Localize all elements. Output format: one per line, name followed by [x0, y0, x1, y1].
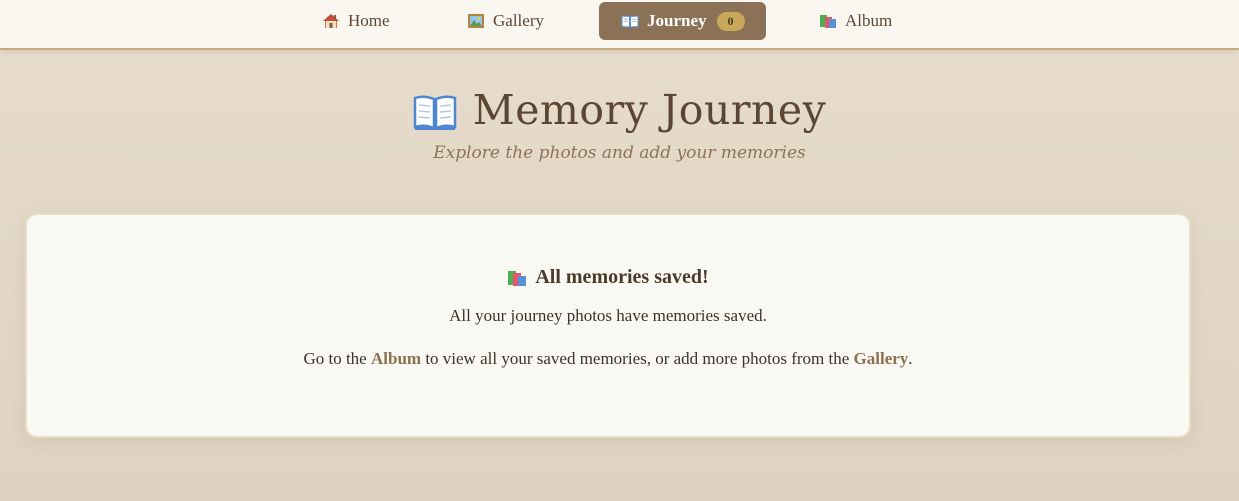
gallery-link[interactable]: Gallery: [854, 349, 909, 368]
books-icon: [819, 13, 837, 29]
page-header: Memory Journey: [0, 86, 1239, 134]
page-title: Memory Journey: [472, 86, 827, 134]
instructions-suffix: .: [908, 349, 913, 368]
nav-gallery[interactable]: Gallery: [467, 2, 544, 40]
instructions-prefix: Go to the: [303, 349, 371, 368]
open-book-icon: [413, 93, 457, 131]
open-book-icon: [621, 13, 639, 29]
card-instructions: Go to the Album to view all your saved m…: [27, 349, 1189, 369]
books-icon: [507, 269, 527, 287]
top-nav: Home Gallery Journey 0 Album: [0, 0, 1239, 50]
nav-home-label: Home: [348, 11, 390, 30]
nav-album[interactable]: Album: [819, 2, 892, 40]
album-link[interactable]: Album: [371, 349, 421, 368]
nav-journey-label: Journey: [647, 11, 707, 30]
page-subtitle: Explore the photos and add your memories: [433, 143, 806, 163]
house-icon: [322, 13, 340, 29]
framed-picture-icon: [467, 13, 485, 29]
card-message: All your journey photos have memories sa…: [449, 306, 767, 325]
instructions-middle: to view all your saved memories, or add …: [421, 349, 854, 368]
nav-gallery-label: Gallery: [493, 11, 544, 30]
journey-count-badge: 0: [716, 11, 745, 31]
memories-status-card: All memories saved! All your journey pho…: [25, 213, 1191, 438]
nav-journey[interactable]: Journey 0: [599, 2, 766, 40]
nav-album-label: Album: [845, 11, 893, 30]
card-title: All memories saved!: [535, 266, 709, 288]
nav-home[interactable]: Home: [322, 2, 390, 40]
card-heading: All memories saved!: [27, 266, 1189, 289]
